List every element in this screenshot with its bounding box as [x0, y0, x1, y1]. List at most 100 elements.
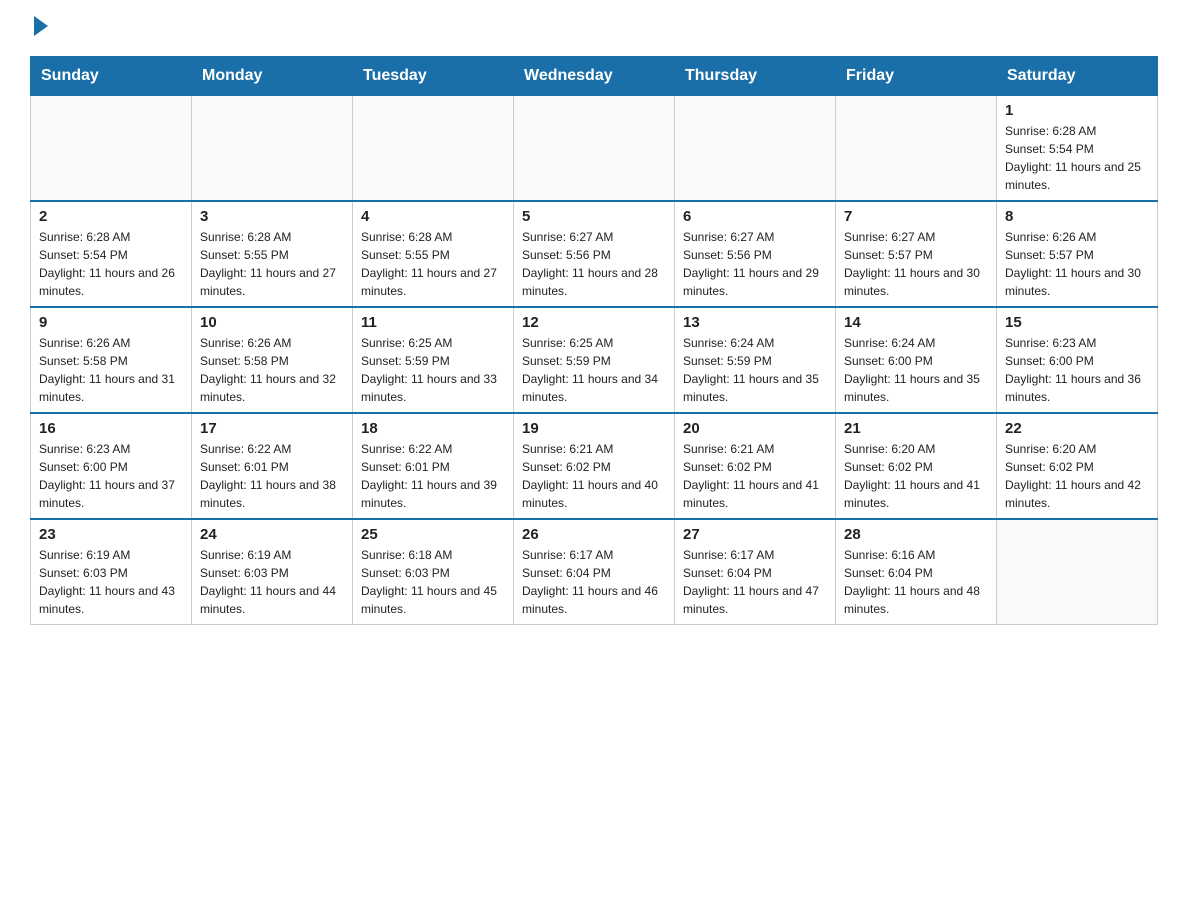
calendar-day-cell: 9 Sunrise: 6:26 AMSunset: 5:58 PMDaylight… [31, 307, 192, 413]
day-info: Sunrise: 6:18 AMSunset: 6:03 PMDaylight:… [361, 546, 505, 618]
calendar-day-cell: 17 Sunrise: 6:22 AMSunset: 6:01 PMDayligh… [192, 413, 353, 519]
logo [30, 20, 48, 36]
day-number: 21 [844, 420, 988, 437]
day-info: Sunrise: 6:17 AMSunset: 6:04 PMDaylight:… [683, 546, 827, 618]
day-number: 24 [200, 526, 344, 543]
calendar-day-cell: 3 Sunrise: 6:28 AMSunset: 5:55 PMDaylight… [192, 201, 353, 307]
calendar-day-cell: 14Sunrise: 6:24 AMSunset: 6:00 PMDayligh… [836, 307, 997, 413]
day-number: 28 [844, 526, 988, 543]
calendar-day-cell: 12Sunrise: 6:25 AMSunset: 5:59 PMDayligh… [514, 307, 675, 413]
day-info: Sunrise: 6:21 AMSunset: 6:02 PMDaylight:… [683, 440, 827, 512]
calendar-day-cell: 28 Sunrise: 6:16 AMSunset: 6:04 PMDayligh… [836, 519, 997, 625]
day-info: Sunrise: 6:16 AMSunset: 6:04 PMDaylight:… [844, 546, 988, 618]
day-info: Sunrise: 6:27 AMSunset: 5:56 PMDaylight:… [683, 228, 827, 300]
calendar-day-cell: 20 Sunrise: 6:21 AMSunset: 6:02 PMDayligh… [675, 413, 836, 519]
day-info: Sunrise: 6:19 AMSunset: 6:03 PMDaylight:… [200, 546, 344, 618]
day-info: Sunrise: 6:26 AMSunset: 5:58 PMDaylight:… [39, 334, 183, 406]
calendar-day-cell: 7 Sunrise: 6:27 AMSunset: 5:57 PMDaylight… [836, 201, 997, 307]
day-number: 3 [200, 208, 344, 225]
day-info: Sunrise: 6:20 AMSunset: 6:02 PMDaylight:… [844, 440, 988, 512]
day-number: 16 [39, 420, 183, 437]
calendar-day-cell: 25 Sunrise: 6:18 AMSunset: 6:03 PMDayligh… [353, 519, 514, 625]
calendar-week-row: 9 Sunrise: 6:26 AMSunset: 5:58 PMDaylight… [31, 307, 1158, 413]
day-info: Sunrise: 6:24 AMSunset: 5:59 PMDaylight:… [683, 334, 827, 406]
calendar-day-cell: 11 Sunrise: 6:25 AMSunset: 5:59 PMDayligh… [353, 307, 514, 413]
day-number: 22 [1005, 420, 1149, 437]
page-header [30, 20, 1158, 36]
day-number: 20 [683, 420, 827, 437]
calendar-day-cell: 19 Sunrise: 6:21 AMSunset: 6:02 PMDayligh… [514, 413, 675, 519]
day-number: 9 [39, 314, 183, 331]
calendar-week-row: 2 Sunrise: 6:28 AMSunset: 5:54 PMDaylight… [31, 201, 1158, 307]
day-info: Sunrise: 6:21 AMSunset: 6:02 PMDaylight:… [522, 440, 666, 512]
day-info: Sunrise: 6:23 AMSunset: 6:00 PMDaylight:… [1005, 334, 1149, 406]
calendar-day-cell [514, 96, 675, 202]
day-number: 10 [200, 314, 344, 331]
calendar-day-cell: 21 Sunrise: 6:20 AMSunset: 6:02 PMDayligh… [836, 413, 997, 519]
weekday-header-sunday: Sunday [31, 57, 192, 96]
calendar-day-cell: 22 Sunrise: 6:20 AMSunset: 6:02 PMDayligh… [997, 413, 1158, 519]
day-info: Sunrise: 6:25 AMSunset: 5:59 PMDaylight:… [361, 334, 505, 406]
weekday-header-friday: Friday [836, 57, 997, 96]
logo-triangle-icon [34, 16, 48, 36]
calendar-day-cell: 2 Sunrise: 6:28 AMSunset: 5:54 PMDaylight… [31, 201, 192, 307]
weekday-header-thursday: Thursday [675, 57, 836, 96]
calendar-week-row: 1 Sunrise: 6:28 AMSunset: 5:54 PMDaylight… [31, 96, 1158, 202]
day-number: 17 [200, 420, 344, 437]
day-number: 7 [844, 208, 988, 225]
calendar-day-cell [31, 96, 192, 202]
day-info: Sunrise: 6:26 AMSunset: 5:57 PMDaylight:… [1005, 228, 1149, 300]
day-number: 11 [361, 314, 505, 331]
calendar-table: SundayMondayTuesdayWednesdayThursdayFrid… [30, 56, 1158, 625]
day-number: 5 [522, 208, 666, 225]
calendar-day-cell: 27Sunrise: 6:17 AMSunset: 6:04 PMDayligh… [675, 519, 836, 625]
calendar-week-row: 23 Sunrise: 6:19 AMSunset: 6:03 PMDayligh… [31, 519, 1158, 625]
weekday-header-wednesday: Wednesday [514, 57, 675, 96]
day-info: Sunrise: 6:27 AMSunset: 5:56 PMDaylight:… [522, 228, 666, 300]
day-number: 15 [1005, 314, 1149, 331]
calendar-day-cell: 15 Sunrise: 6:23 AMSunset: 6:00 PMDayligh… [997, 307, 1158, 413]
calendar-week-row: 16 Sunrise: 6:23 AMSunset: 6:00 PMDayligh… [31, 413, 1158, 519]
weekday-header-monday: Monday [192, 57, 353, 96]
calendar-day-cell: 5 Sunrise: 6:27 AMSunset: 5:56 PMDaylight… [514, 201, 675, 307]
day-number: 4 [361, 208, 505, 225]
day-info: Sunrise: 6:27 AMSunset: 5:57 PMDaylight:… [844, 228, 988, 300]
day-info: Sunrise: 6:28 AMSunset: 5:55 PMDaylight:… [200, 228, 344, 300]
day-number: 23 [39, 526, 183, 543]
weekday-header-saturday: Saturday [997, 57, 1158, 96]
day-info: Sunrise: 6:20 AMSunset: 6:02 PMDaylight:… [1005, 440, 1149, 512]
calendar-day-cell: 13 Sunrise: 6:24 AMSunset: 5:59 PMDayligh… [675, 307, 836, 413]
weekday-header-row: SundayMondayTuesdayWednesdayThursdayFrid… [31, 57, 1158, 96]
day-info: Sunrise: 6:22 AMSunset: 6:01 PMDaylight:… [361, 440, 505, 512]
day-info: Sunrise: 6:26 AMSunset: 5:58 PMDaylight:… [200, 334, 344, 406]
calendar-day-cell: 4 Sunrise: 6:28 AMSunset: 5:55 PMDaylight… [353, 201, 514, 307]
day-info: Sunrise: 6:28 AMSunset: 5:54 PMDaylight:… [1005, 122, 1149, 194]
calendar-day-cell: 18 Sunrise: 6:22 AMSunset: 6:01 PMDayligh… [353, 413, 514, 519]
calendar-day-cell: 10 Sunrise: 6:26 AMSunset: 5:58 PMDayligh… [192, 307, 353, 413]
calendar-day-cell [997, 519, 1158, 625]
calendar-day-cell: 8Sunrise: 6:26 AMSunset: 5:57 PMDaylight… [997, 201, 1158, 307]
day-number: 2 [39, 208, 183, 225]
day-info: Sunrise: 6:28 AMSunset: 5:55 PMDaylight:… [361, 228, 505, 300]
day-number: 18 [361, 420, 505, 437]
weekday-header-tuesday: Tuesday [353, 57, 514, 96]
day-number: 6 [683, 208, 827, 225]
day-number: 19 [522, 420, 666, 437]
day-info: Sunrise: 6:19 AMSunset: 6:03 PMDaylight:… [39, 546, 183, 618]
day-info: Sunrise: 6:24 AMSunset: 6:00 PMDaylight:… [844, 334, 988, 406]
calendar-day-cell [675, 96, 836, 202]
day-info: Sunrise: 6:28 AMSunset: 5:54 PMDaylight:… [39, 228, 183, 300]
day-info: Sunrise: 6:22 AMSunset: 6:01 PMDaylight:… [200, 440, 344, 512]
calendar-day-cell: 23 Sunrise: 6:19 AMSunset: 6:03 PMDayligh… [31, 519, 192, 625]
calendar-day-cell: 6 Sunrise: 6:27 AMSunset: 5:56 PMDaylight… [675, 201, 836, 307]
calendar-day-cell [836, 96, 997, 202]
calendar-day-cell [192, 96, 353, 202]
calendar-day-cell: 26 Sunrise: 6:17 AMSunset: 6:04 PMDayligh… [514, 519, 675, 625]
day-number: 26 [522, 526, 666, 543]
day-number: 1 [1005, 102, 1149, 119]
day-info: Sunrise: 6:23 AMSunset: 6:00 PMDaylight:… [39, 440, 183, 512]
day-info: Sunrise: 6:25 AMSunset: 5:59 PMDaylight:… [522, 334, 666, 406]
day-number: 25 [361, 526, 505, 543]
day-info: Sunrise: 6:17 AMSunset: 6:04 PMDaylight:… [522, 546, 666, 618]
day-number: 13 [683, 314, 827, 331]
